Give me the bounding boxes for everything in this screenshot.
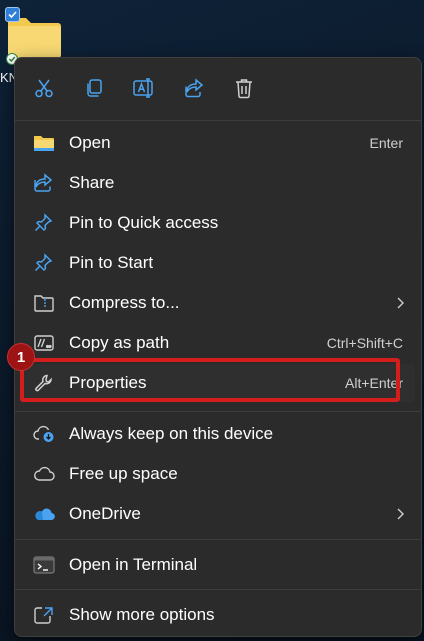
- menu-item-compress[interactable]: Compress to...: [21, 284, 415, 322]
- copy-button[interactable]: [77, 72, 111, 104]
- menu-item-open[interactable]: Open Enter: [21, 124, 415, 162]
- menu-item-label: Open: [69, 133, 111, 152]
- menu-item-label: Compress to...: [69, 293, 180, 312]
- menu-item-label: Share: [69, 173, 115, 192]
- copy-path-icon: [33, 333, 55, 353]
- step-badge: 1: [7, 343, 35, 371]
- share-icon: [33, 173, 55, 193]
- menu-item-label: OneDrive: [69, 504, 141, 523]
- onedrive-icon: [33, 504, 55, 524]
- folder-icon: [33, 133, 55, 153]
- context-menu: Open Enter Share Pin to Quick access Pin…: [14, 57, 422, 637]
- menu-item-copy-as-path[interactable]: Copy as path Ctrl+Shift+C: [21, 324, 415, 362]
- cloud-download-icon: [33, 424, 55, 444]
- menu-separator: [15, 539, 421, 540]
- menu-item-label: Open in Terminal: [69, 555, 198, 574]
- menu-separator: [15, 120, 421, 121]
- pin-icon: [33, 213, 55, 233]
- menu-item-open-terminal[interactable]: Open in Terminal: [21, 546, 415, 584]
- share-button[interactable]: [177, 72, 211, 104]
- menu-item-pin-start[interactable]: Pin to Start: [21, 244, 415, 282]
- cloud-icon: [33, 464, 55, 484]
- cut-icon: [33, 77, 55, 99]
- menu-item-label: Copy as path: [69, 333, 170, 352]
- menu-item-pin-quick-access[interactable]: Pin to Quick access: [21, 204, 415, 242]
- show-more-icon: [33, 605, 55, 625]
- pin-icon: [33, 253, 55, 273]
- delete-button[interactable]: [227, 72, 261, 104]
- highlight-box: [20, 358, 400, 402]
- selection-checkbox[interactable]: [5, 7, 20, 22]
- menu-item-shortcut: Enter: [369, 135, 403, 151]
- copy-icon: [83, 77, 105, 99]
- menu-item-free-up-space[interactable]: Free up space: [21, 455, 415, 493]
- context-menu-toolbar: [15, 58, 421, 118]
- rename-icon: [132, 77, 156, 99]
- menu-item-always-keep[interactable]: Always keep on this device: [21, 415, 415, 453]
- zip-folder-icon: [33, 293, 55, 313]
- share-icon: [183, 77, 205, 99]
- desktop: KN Open Enter Share Pin to Quick access …: [0, 0, 424, 641]
- menu-item-label: Pin to Quick access: [69, 213, 219, 232]
- menu-separator: [15, 411, 421, 412]
- menu-item-label: Free up space: [69, 464, 178, 483]
- rename-button[interactable]: [127, 72, 161, 104]
- terminal-icon: [33, 555, 55, 575]
- menu-item-onedrive[interactable]: OneDrive: [21, 495, 415, 533]
- menu-item-label: Show more options: [69, 605, 215, 624]
- menu-item-shortcut: Ctrl+Shift+C: [326, 335, 403, 351]
- menu-separator: [15, 589, 421, 590]
- menu-item-share[interactable]: Share: [21, 164, 415, 202]
- cut-button[interactable]: [27, 72, 61, 104]
- menu-item-label: Always keep on this device: [69, 424, 274, 443]
- menu-item-label: Pin to Start: [69, 253, 154, 272]
- delete-icon: [233, 77, 255, 99]
- chevron-right-icon: [393, 505, 407, 523]
- chevron-right-icon: [393, 294, 407, 312]
- menu-item-show-more-options[interactable]: Show more options: [21, 596, 415, 634]
